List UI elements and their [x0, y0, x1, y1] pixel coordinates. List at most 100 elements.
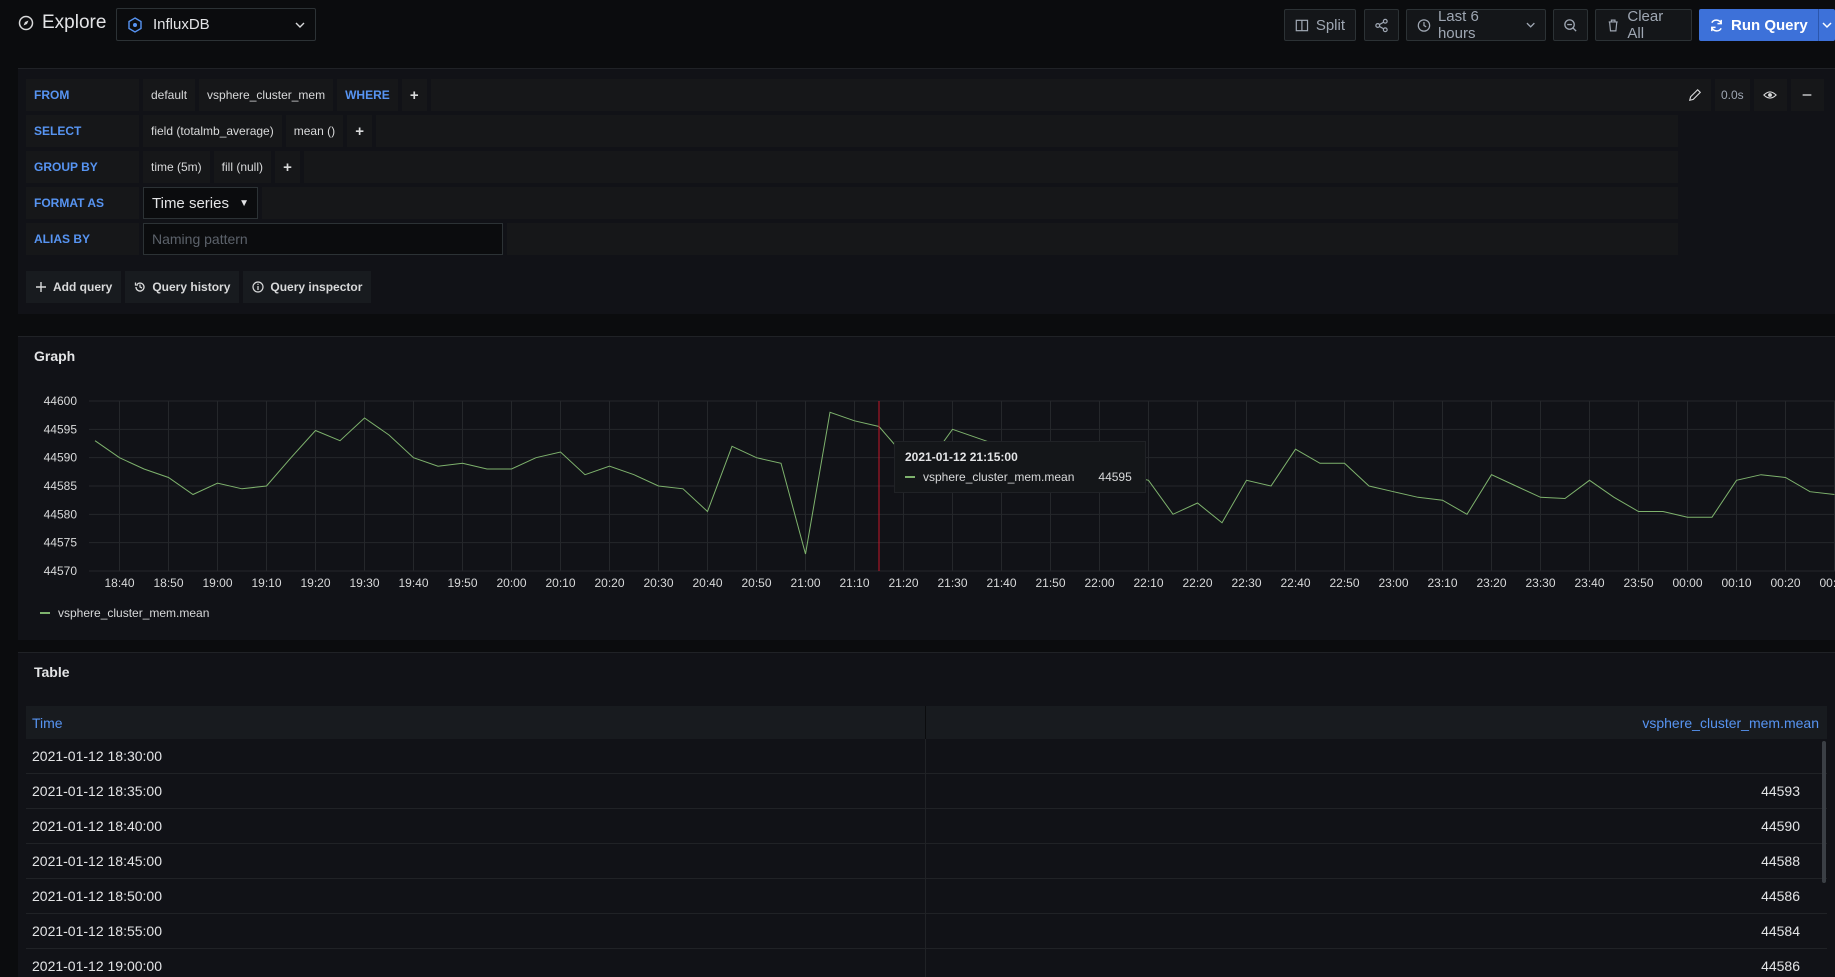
x-tick-label: 00:20 [1770, 576, 1800, 590]
x-tick-label: 20:20 [594, 576, 624, 590]
x-tick-label: 20:00 [496, 576, 526, 590]
add-select-button[interactable]: + [347, 115, 373, 147]
x-tick-label: 19:40 [398, 576, 428, 590]
query-row-select: SELECT field (totalmb_average) mean () + [26, 115, 1678, 147]
tooltip-value: 44595 [1098, 470, 1132, 484]
minus-icon [1802, 94, 1812, 96]
add-query-label: Add query [53, 280, 113, 294]
x-tick-label: 21:00 [790, 576, 820, 590]
run-query-main[interactable]: Run Query [1699, 9, 1819, 41]
zoom-out-button[interactable] [1553, 9, 1588, 41]
time-group-segment[interactable]: time (5m) [143, 151, 210, 183]
legend-label: vsphere_cluster_mem.mean [58, 606, 210, 620]
x-tick-label: 22:20 [1182, 576, 1212, 590]
y-tick-label: 44595 [44, 422, 78, 436]
query-actions: Add query Query history Query inspector [26, 271, 372, 303]
x-tick-label: 20:40 [692, 576, 722, 590]
add-where-button[interactable]: + [401, 79, 427, 111]
x-tick-label: 22:30 [1231, 576, 1261, 590]
query-inspector-label: Query inspector [270, 280, 363, 294]
y-tick-label: 44590 [44, 451, 78, 465]
col-header-time[interactable]: Time [26, 706, 926, 739]
table-scrollbar[interactable] [1822, 741, 1826, 883]
alias-by-label: ALIAS BY [26, 223, 139, 255]
table-panel: Table Time vsphere_cluster_mem.mean 2021… [18, 652, 1835, 977]
table-row: 2021-01-12 18:40:00 44590 [26, 809, 1827, 844]
x-tick-label: 22:40 [1280, 576, 1310, 590]
format-as-select[interactable]: Time series ▼ [143, 187, 258, 219]
x-tick-label: 22:50 [1329, 576, 1359, 590]
x-tick-label: 22:00 [1084, 576, 1114, 590]
tooltip-series: vsphere_cluster_mem.mean [923, 470, 1075, 484]
y-tick-label: 44570 [44, 564, 78, 578]
x-tick-label: 19:30 [349, 576, 379, 590]
x-tick-label: 23:30 [1525, 576, 1555, 590]
col-header-value[interactable]: vsphere_cluster_mem.mean [926, 706, 1827, 739]
page-title-text: Explore [42, 12, 107, 33]
chevron-down-icon [1526, 22, 1535, 28]
x-tick-label: 20:30 [643, 576, 673, 590]
info-icon [252, 281, 264, 293]
field-segment[interactable]: field (totalmb_average) [143, 115, 282, 147]
table-row: 2021-01-12 18:30:00 [26, 739, 1827, 774]
alias-by-input[interactable] [143, 223, 503, 255]
x-tick-label: 20:50 [741, 576, 771, 590]
query-inspector-button[interactable]: Query inspector [243, 271, 372, 303]
query-row-format: FORMAT AS Time series ▼ [26, 187, 1678, 219]
table-row: 2021-01-12 18:35:00 44593 [26, 774, 1827, 809]
alias-row-filler [507, 223, 1678, 255]
x-tick-label: 21:40 [986, 576, 1016, 590]
clear-all-button[interactable]: Clear All [1595, 8, 1692, 42]
x-tick-label: 18:50 [153, 576, 183, 590]
fill-segment[interactable]: fill (null) [213, 151, 272, 183]
eye-icon [1763, 91, 1778, 99]
share-button[interactable] [1364, 9, 1399, 41]
x-tick-label: 21:10 [839, 576, 869, 590]
table-row: 2021-01-12 19:00:00 44586 [26, 949, 1827, 977]
run-query-dropdown[interactable] [1819, 20, 1835, 30]
remove-query-button[interactable] [1790, 79, 1824, 111]
cell-value: 44586 [1761, 888, 1800, 904]
cell-time: 2021-01-12 18:50:00 [26, 879, 926, 913]
tooltip-row: vsphere_cluster_mem.mean 44595 [905, 470, 1135, 484]
query-history-label: Query history [152, 280, 231, 294]
split-icon [1295, 19, 1309, 31]
chevron-down-icon [295, 22, 305, 28]
datasource-picker[interactable]: InfluxDB [116, 8, 316, 41]
x-tick-label: 23:00 [1378, 576, 1408, 590]
add-group-by-button[interactable]: + [275, 151, 301, 183]
function-segment[interactable]: mean () [285, 115, 344, 147]
time-range-picker[interactable]: Last 6 hours [1406, 8, 1546, 42]
cell-value [926, 739, 1827, 773]
x-tick-label: 00:00 [1672, 576, 1702, 590]
cell-time: 2021-01-12 19:00:00 [26, 949, 926, 977]
share-icon [1375, 18, 1388, 32]
retention-policy-segment[interactable]: default [143, 79, 196, 111]
select-label: SELECT [26, 115, 139, 147]
query-history-button[interactable]: Query history [125, 271, 240, 303]
add-query-button[interactable]: Add query [26, 271, 122, 303]
run-query-button[interactable]: Run Query [1699, 9, 1835, 41]
from-label: FROM [26, 79, 139, 111]
group-by-row-filler [304, 151, 1678, 183]
measurement-segment[interactable]: vsphere_cluster_mem [199, 79, 334, 111]
y-tick-label: 44575 [44, 536, 78, 550]
trash-icon [1608, 19, 1618, 31]
x-tick-label: 19:10 [251, 576, 281, 590]
where-label: WHERE [337, 79, 398, 111]
from-row-filler [430, 79, 1678, 111]
tooltip-time: 2021-01-12 21:15:00 [905, 450, 1018, 464]
group-by-label: GROUP BY [26, 151, 139, 183]
table-row: 2021-01-12 18:50:00 44586 [26, 879, 1827, 914]
caret-down-icon: ▼ [239, 197, 249, 209]
query-duration: 0.0s [1715, 79, 1750, 111]
graph-legend[interactable]: vsphere_cluster_mem.mean [40, 606, 209, 620]
x-tick-label: 19:50 [447, 576, 477, 590]
toggle-visibility-button[interactable] [1753, 79, 1787, 111]
x-tick-label: 21:30 [937, 576, 967, 590]
table-header: Time vsphere_cluster_mem.mean [26, 706, 1827, 739]
cell-value: 44584 [1761, 923, 1800, 939]
cell-time: 2021-01-12 18:45:00 [26, 844, 926, 878]
edit-query-button[interactable] [1678, 79, 1711, 111]
split-button[interactable]: Split [1284, 9, 1356, 41]
